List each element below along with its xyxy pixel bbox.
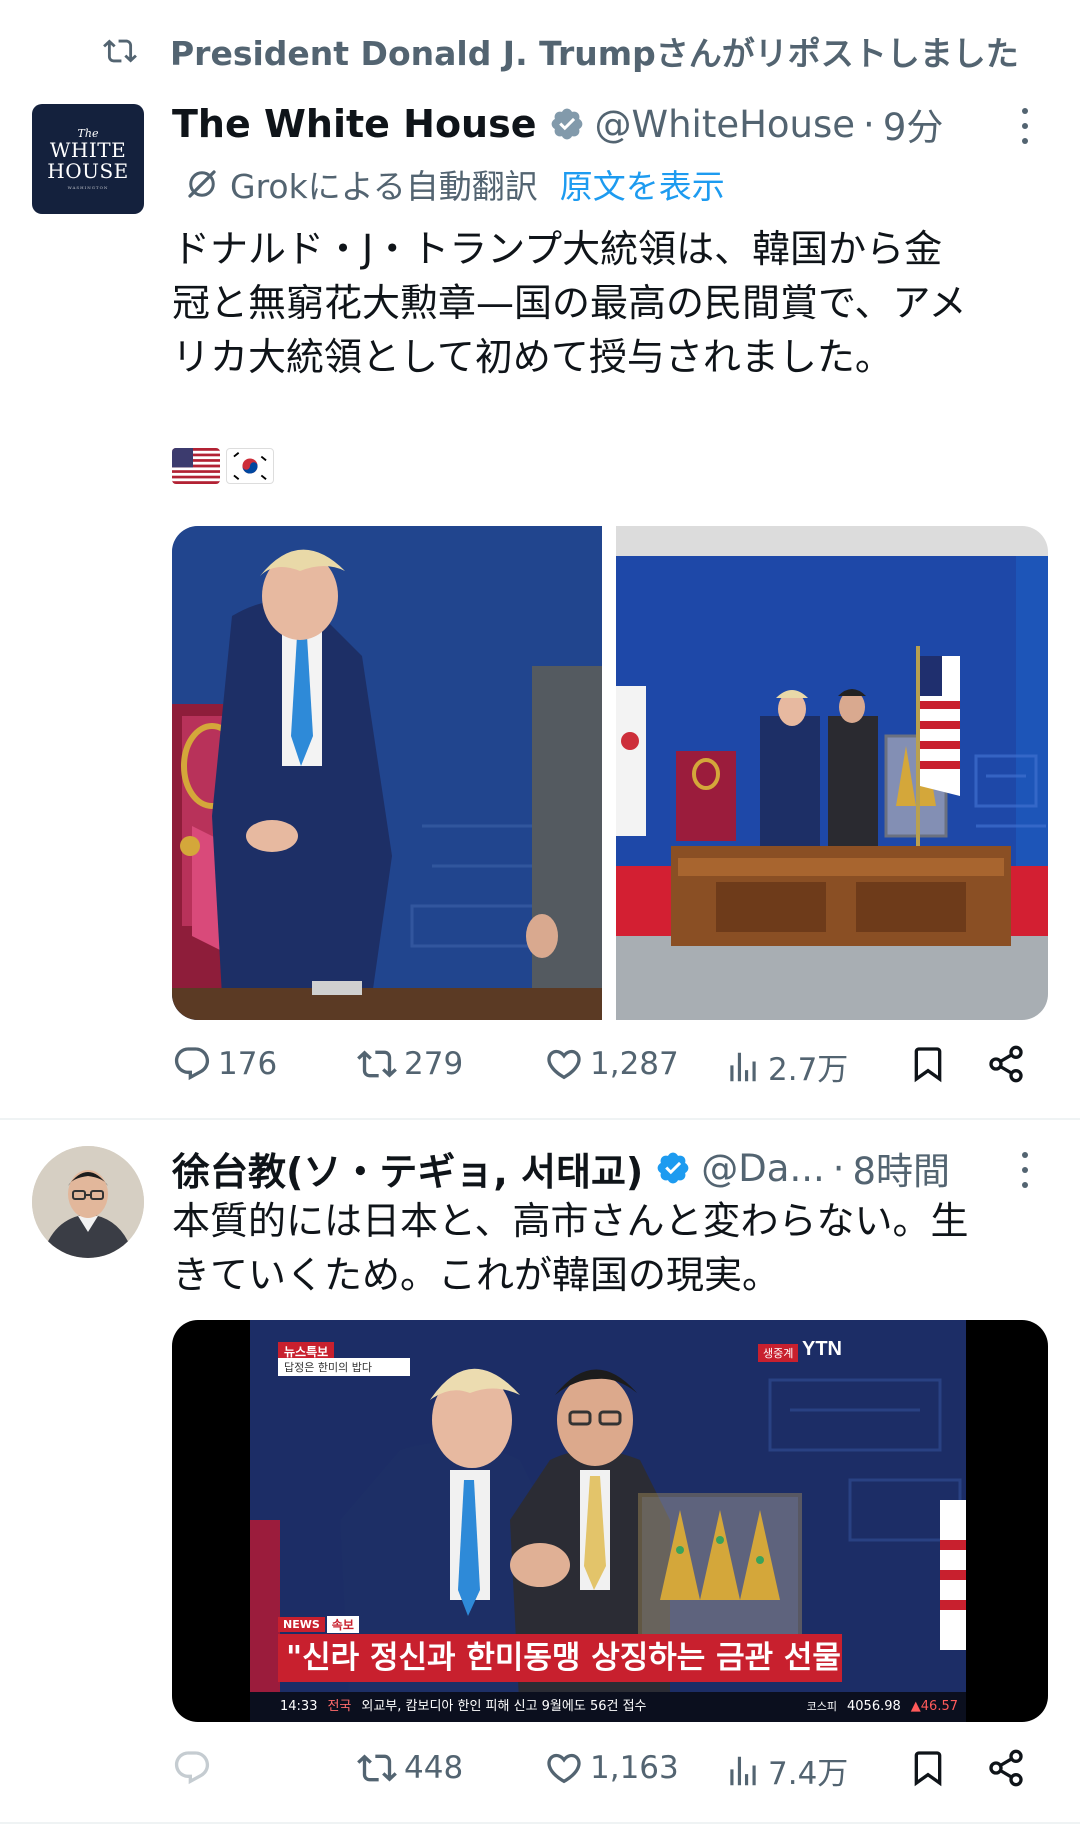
grok-icon — [188, 170, 216, 198]
post1-text: ドナルド・J・トランプ大統領は、韓国から金 冠と無窮花大勲章—国の最高の民間賞で… — [172, 227, 967, 379]
separator-dot: · — [832, 1146, 845, 1190]
separator-dot: · — [863, 102, 875, 146]
post2-header: 徐台教(ソ・テギョ, 서태교) @Da... · 8時間 — [172, 1142, 950, 1194]
repost-header[interactable]: President Donald J. Trumpさんがリポストしました — [98, 26, 1019, 76]
post-time[interactable]: 9分 — [883, 97, 944, 151]
post-time[interactable]: 8時間 — [853, 1141, 951, 1195]
video-frame: 뉴스특보 답정은 한미의 밥다 생중계 YTN NEWS 속보 "신라 정신과 … — [250, 1320, 966, 1722]
reply-icon — [174, 1047, 210, 1081]
flag-emojis — [172, 448, 274, 484]
show-original-link[interactable]: 原文を表示 — [560, 160, 725, 208]
news-ticker: 14:33 전국 외교부, 캄보디아 한인 피해 신고 9월에도 56건 접수 … — [250, 1692, 966, 1722]
post-divider — [0, 1822, 1080, 1824]
analytics-icon — [730, 1052, 756, 1081]
post2-video[interactable]: 뉴스특보 답정은 한미의 밥다 생중계 YTN NEWS 속보 "신라 정신과 … — [172, 1320, 1048, 1722]
author-handle[interactable]: @Da... — [701, 1147, 824, 1190]
photo-1[interactable] — [172, 526, 602, 1020]
repost-button[interactable]: 279 — [356, 1044, 463, 1084]
analytics-icon — [730, 1756, 756, 1785]
author-name[interactable]: The White House — [172, 102, 537, 146]
breaking-tags: NEWS 속보 — [278, 1616, 359, 1633]
repost-label: President Donald J. Trumpさんがリポストしました — [170, 34, 1019, 73]
verified-badge-icon — [657, 1152, 689, 1184]
repost-icon — [357, 1754, 397, 1782]
like-count: 1,163 — [590, 1750, 679, 1786]
translation-bar: Grokによる自動翻訳 原文を表示 — [184, 160, 725, 208]
post1-header: The White House @WhiteHouse · 9分 — [172, 98, 943, 150]
post1-media[interactable] — [172, 526, 1048, 1020]
author-name[interactable]: 徐台教(ソ・テギョ, 서태교) — [172, 1141, 643, 1196]
share-button[interactable] — [986, 1044, 1026, 1084]
views-count: 2.7万 — [768, 1052, 849, 1088]
kr-flag-icon — [226, 448, 274, 484]
share-button[interactable] — [986, 1748, 1026, 1788]
post2-text: 本質的には日本と、高市さんと変わらない。生 きていくため。これが韓国の現実。 — [172, 1199, 969, 1297]
heart-icon — [547, 1049, 581, 1080]
repost-icon — [103, 39, 137, 63]
reply-count: 176 — [218, 1046, 278, 1082]
verified-badge-icon — [551, 108, 582, 140]
more-options-icon[interactable] — [1020, 1152, 1030, 1188]
post-divider — [0, 1118, 1080, 1120]
reply-icon — [174, 1751, 210, 1785]
repost-icon — [357, 1050, 397, 1078]
like-count: 1,287 — [590, 1046, 679, 1082]
reply-button[interactable] — [172, 1748, 218, 1788]
share-icon — [989, 1749, 1023, 1787]
repost-count: 279 — [404, 1046, 464, 1082]
repost-count: 448 — [404, 1750, 464, 1786]
bookmark-icon — [914, 1047, 942, 1083]
views-count: 7.4万 — [768, 1756, 849, 1792]
reply-button[interactable]: 176 — [172, 1044, 277, 1084]
headline-banner: "신라 정신과 한미동맹 상징하는 금관 선물" — [278, 1634, 842, 1682]
views-button[interactable]: 7.4万 — [724, 1748, 848, 1793]
translation-label: Grokによる自動翻訳 — [230, 167, 538, 206]
bookmark-button[interactable] — [908, 1748, 948, 1788]
author-handle[interactable]: @WhiteHouse — [595, 103, 856, 146]
avatar-author-2[interactable] — [32, 1146, 144, 1258]
channel-logo: YTN — [802, 1338, 842, 1360]
like-button[interactable]: 1,287 — [544, 1044, 679, 1084]
live-label: 생중계 — [758, 1344, 799, 1362]
views-button[interactable]: 2.7万 — [724, 1044, 848, 1089]
photo-2[interactable] — [616, 526, 1048, 1020]
more-options-icon[interactable] — [1020, 108, 1030, 144]
avatar-white-house[interactable]: The WHITE HOUSE WASHINGTON — [32, 104, 144, 214]
heart-icon — [547, 1753, 581, 1784]
like-button[interactable]: 1,163 — [544, 1748, 679, 1788]
program-subtitle: 답정은 한미의 밥다 — [278, 1358, 410, 1376]
share-icon — [989, 1045, 1023, 1083]
us-flag-icon — [172, 448, 220, 484]
repost-button[interactable]: 448 — [356, 1748, 463, 1788]
bookmark-button[interactable] — [908, 1044, 948, 1084]
bookmark-icon — [914, 1751, 942, 1787]
